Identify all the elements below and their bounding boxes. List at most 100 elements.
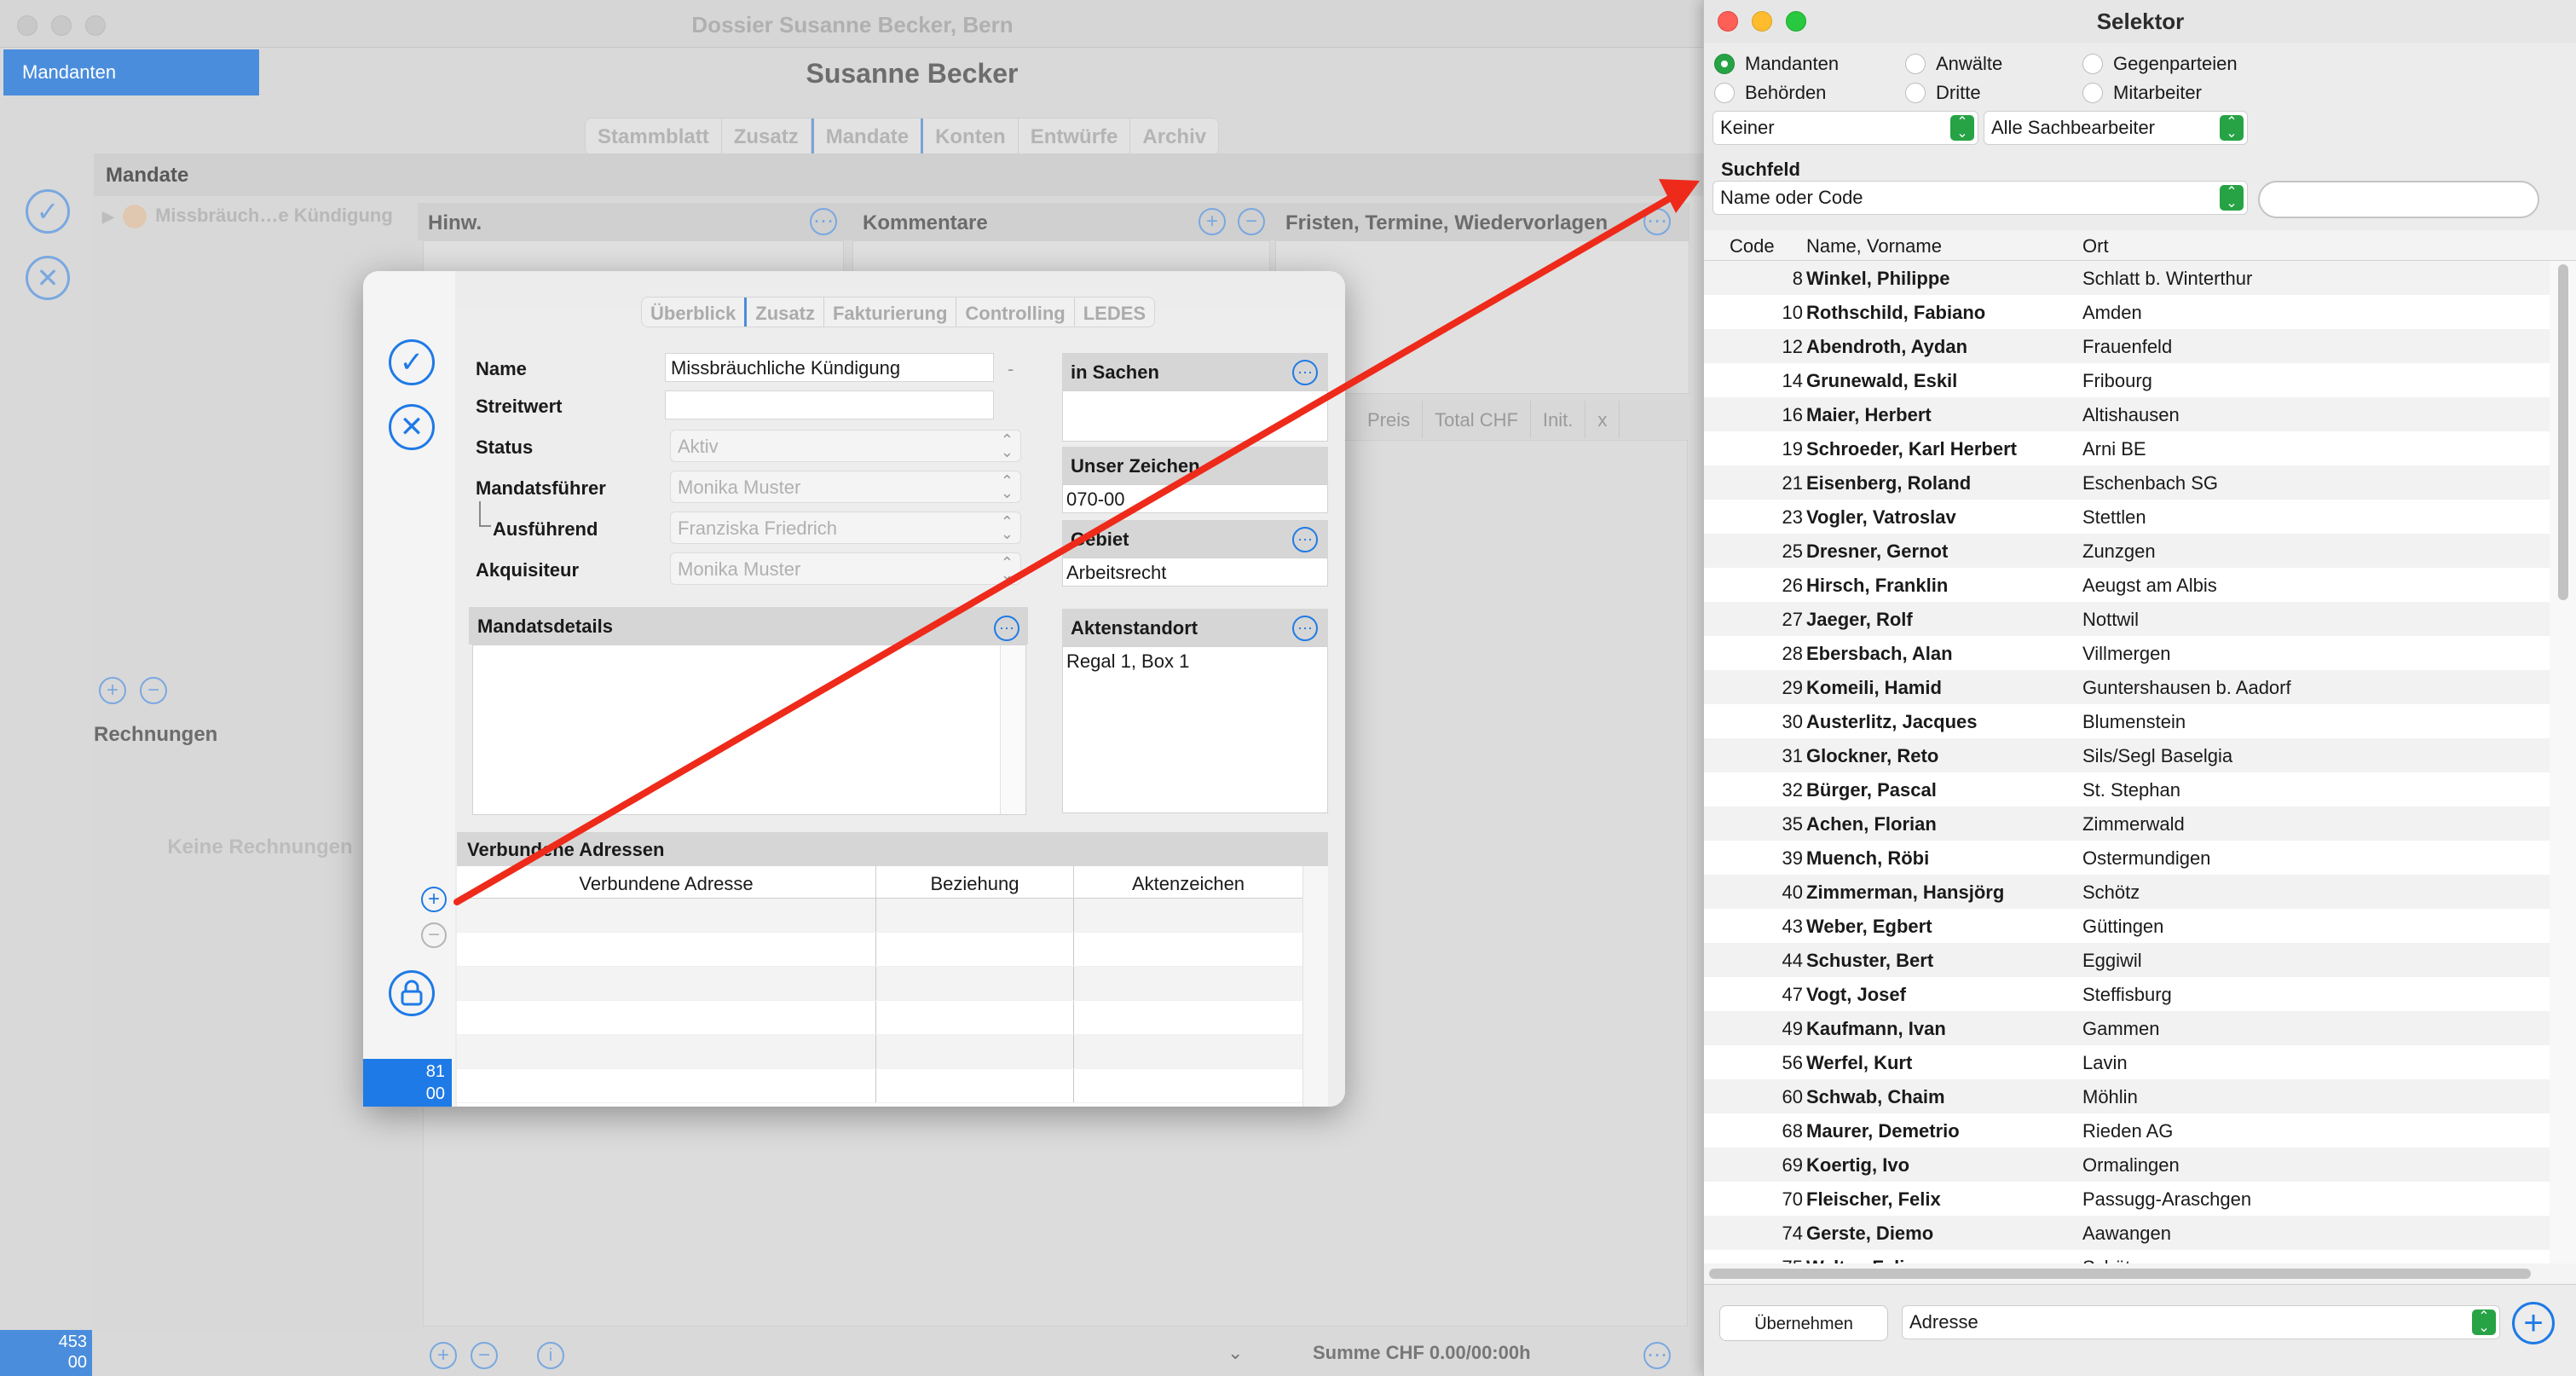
table-row[interactable]: 12 Abendroth, Aydan Frauenfeld <box>1704 329 2550 363</box>
table-row[interactable]: 21 Eisenberg, Roland Eschenbach SG <box>1704 465 2550 500</box>
table-row[interactable]: 44 Schuster, Bert Eggiwil <box>1704 943 2550 977</box>
table-row[interactable]: 31 Glockner, Reto Sils/Segl Baselgia <box>1704 738 2550 772</box>
table-row[interactable]: 19 Schroeder, Karl Herbert Arni BE <box>1704 431 2550 465</box>
table-row[interactable]: 29 Komeili, Hamid Guntershausen b. Aadorf <box>1704 670 2550 704</box>
table-row[interactable]: 28 Ebersbach, Alan Villmergen <box>1704 636 2550 670</box>
table-row[interactable]: 16 Maier, Herbert Altishausen <box>1704 397 2550 431</box>
radio-gegenparteien[interactable]: Gegenparteien <box>2082 53 2238 75</box>
minus-icon[interactable]: − <box>471 1342 498 1369</box>
table-row[interactable] <box>457 967 1302 1001</box>
table-row[interactable]: 10 Rothschild, Fabiano Amden <box>1704 295 2550 329</box>
table-row[interactable]: 27 Jaeger, Rolf Nottwil <box>1704 602 2550 636</box>
filter-left-popup[interactable]: Keiner ⌃ ⌄ <box>1713 111 1978 145</box>
radio-anwaelte[interactable]: Anwälte <box>1905 53 2002 75</box>
radio-behoerden[interactable]: Behörden <box>1714 82 1826 104</box>
checkmark-icon[interactable]: ✓ <box>389 339 435 385</box>
more-icon[interactable]: ⋯ <box>994 616 1019 641</box>
more-icon[interactable]: ⋯ <box>810 208 837 235</box>
filter-right-popup[interactable]: Alle Sachbearbeiter ⌃ ⌄ <box>1984 111 2248 145</box>
more-icon[interactable]: ⋯ <box>1292 616 1318 641</box>
info-icon[interactable]: i <box>537 1342 564 1369</box>
col-name-vorname[interactable]: Name, Vorname <box>1806 235 1942 257</box>
plus-icon[interactable]: + <box>430 1342 457 1369</box>
target-popup[interactable]: Adresse ⌃ ⌄ <box>1902 1305 2500 1339</box>
minus-icon[interactable]: − <box>140 677 167 704</box>
more-icon[interactable]: ⋯ <box>1643 1342 1671 1369</box>
verbundene-adressen-table[interactable]: Verbundene Adresse Beziehung Aktenzeiche… <box>457 866 1302 1107</box>
uebernehmen-button[interactable]: Übernehmen <box>1719 1305 1888 1341</box>
table-row[interactable]: 49 Kaufmann, Ivan Gammen <box>1704 1011 2550 1045</box>
radio-dritte[interactable]: Dritte <box>1905 82 1981 104</box>
unser-zeichen-field[interactable]: 070-00 <box>1062 484 1328 513</box>
table-row[interactable]: 68 Maurer, Demetrio Rieden AG <box>1704 1113 2550 1148</box>
minus-icon[interactable]: − <box>1238 208 1265 235</box>
ausfuehrend-select[interactable]: Franziska Friedrich ⌃ ⌄ <box>670 512 1021 544</box>
col-ort[interactable]: Ort <box>2082 235 2109 257</box>
textarea-scrollbar[interactable] <box>1000 645 1025 814</box>
tab-stammblatt[interactable]: Stammblatt <box>586 119 722 154</box>
mandate-row[interactable]: ▶ Missbräuch…e Kündigung <box>94 196 418 234</box>
table-row[interactable]: 75Walter, Felix Schötz <box>1704 1250 2550 1263</box>
tab-controlling[interactable]: Controlling <box>956 298 1075 327</box>
checkmark-icon[interactable]: ✓ <box>26 189 70 234</box>
table-row[interactable] <box>457 1035 1302 1069</box>
table-row[interactable] <box>457 1001 1302 1035</box>
col-code[interactable]: Code <box>1730 235 1775 257</box>
search-input[interactable] <box>2258 181 2539 218</box>
radio-mandanten[interactable]: Mandanten <box>1714 53 1839 75</box>
in-sachen-field[interactable] <box>1062 390 1328 442</box>
tab-konten[interactable]: Konten <box>923 119 1019 154</box>
table-row[interactable]: 56 Werfel, Kurt Lavin <box>1704 1045 2550 1079</box>
akquisiteur-select[interactable]: Monika Muster ⌃ ⌄ <box>670 552 1021 585</box>
table-row[interactable]: 25 Dresner, Gernot Zunzgen <box>1704 534 2550 568</box>
add-icon[interactable]: + <box>2512 1302 2555 1344</box>
tab-fakturierung[interactable]: Fakturierung <box>824 298 957 327</box>
close-icon[interactable]: ✕ <box>389 404 435 450</box>
tab-entwuerfe[interactable]: Entwürfe <box>1019 119 1131 154</box>
table-row[interactable]: 14 Grunewald, Eskil Fribourg <box>1704 363 2550 397</box>
minus-icon[interactable]: − <box>421 922 447 948</box>
col-total-chf[interactable]: Total CHF <box>1423 401 1531 438</box>
tab-ueberblick[interactable]: Überblick <box>642 298 748 327</box>
tab-mandate[interactable]: Mandate <box>811 119 924 154</box>
table-row[interactable]: 26 Hirsch, Franklin Aeugst am Albis <box>1704 568 2550 602</box>
gebiet-field[interactable]: Arbeitsrecht <box>1062 558 1328 587</box>
tab-zusatz[interactable]: Zusatz <box>747 298 824 327</box>
sidebar-tab-mandanten[interactable]: Mandanten <box>3 49 259 95</box>
more-icon[interactable]: ⋯ <box>1292 360 1318 385</box>
mandatsfuehrer-select[interactable]: Monika Muster ⌃ ⌄ <box>670 471 1021 503</box>
scrollbar-thumb[interactable] <box>1709 1269 2531 1279</box>
table-row[interactable]: 23 Vogler, Vatroslav Stettlen <box>1704 500 2550 534</box>
more-icon[interactable]: ⋯ <box>1643 208 1671 235</box>
col-verbundene-adresse[interactable]: Verbundene Adresse <box>457 866 876 898</box>
horizontal-scrollbar[interactable] <box>1704 1263 2576 1284</box>
streitwert-field[interactable] <box>665 390 994 419</box>
table-row[interactable]: 43 Weber, Egbert Güttingen <box>1704 909 2550 943</box>
aktenstandort-field[interactable]: Regal 1, Box 1 <box>1062 646 1328 813</box>
close-icon[interactable]: ✕ <box>26 256 70 300</box>
chevron-down-icon[interactable]: ⌄ <box>1227 1342 1243 1364</box>
table-row[interactable]: 8 Winkel, Philippe Schlatt b. Winterthur <box>1704 261 2550 295</box>
col-init[interactable]: Init. <box>1531 401 1586 438</box>
scrollbar-thumb[interactable] <box>2558 264 2568 600</box>
plus-icon[interactable]: + <box>421 887 447 912</box>
table-row[interactable]: 35 Achen, Florian Zimmerwald <box>1704 807 2550 841</box>
table-row[interactable] <box>457 933 1302 967</box>
col-preis[interactable]: Preis <box>1355 401 1424 438</box>
table-row[interactable]: 69 Koertig, Ivo Ormalingen <box>1704 1148 2550 1182</box>
tab-ledes[interactable]: LEDES <box>1075 298 1154 327</box>
lock-icon[interactable] <box>389 970 435 1016</box>
radio-mitarbeiter[interactable]: Mitarbeiter <box>2082 82 2202 104</box>
plus-icon[interactable]: + <box>1198 208 1226 235</box>
table-row[interactable] <box>457 899 1302 933</box>
mandatsdetails-textarea[interactable] <box>472 645 1026 815</box>
col-aktenzeichen[interactable]: Aktenzeichen <box>1074 866 1302 898</box>
table-row[interactable]: 30 Austerlitz, Jacques Blumenstein <box>1704 704 2550 738</box>
plus-icon[interactable]: + <box>99 677 126 704</box>
table-row[interactable]: 32 Bürger, Pascal St. Stephan <box>1704 772 2550 807</box>
status-select[interactable]: Aktiv ⌃ ⌄ <box>670 430 1021 462</box>
vertical-scrollbar[interactable] <box>2550 261 2576 1263</box>
verbundene-scrollbar[interactable] <box>1302 866 1328 1107</box>
tab-archiv[interactable]: Archiv <box>1130 119 1218 154</box>
table-row[interactable]: 60 Schwab, Chaim Möhlin <box>1704 1079 2550 1113</box>
